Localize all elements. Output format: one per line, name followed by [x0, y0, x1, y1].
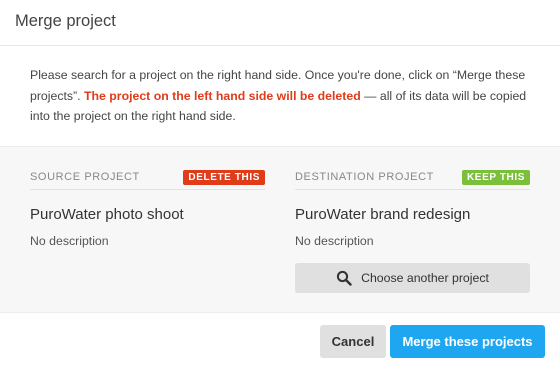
destination-project-header: DESTINATION PROJECT KEEP THIS	[295, 168, 530, 190]
source-project-header: SOURCE PROJECT DELETE THIS	[30, 168, 265, 190]
keep-this-badge: KEEP THIS	[461, 170, 530, 185]
dialog-header: Merge project	[0, 0, 560, 46]
merge-project-dialog: Merge project Please search for a projec…	[0, 0, 560, 369]
cancel-button[interactable]: Cancel	[320, 325, 386, 358]
source-project-name: PuroWater photo shoot	[30, 206, 184, 223]
destination-project-name: PuroWater brand redesign	[295, 206, 471, 223]
choose-another-project-label: Choose another project	[361, 271, 489, 285]
destination-project-description: No description	[295, 234, 374, 248]
delete-warning: The project on the left hand side will b…	[84, 88, 361, 103]
source-project-column: SOURCE PROJECT DELETE THIS PuroWater pho…	[30, 147, 265, 312]
intro-text: Please search for a project on the right…	[30, 65, 540, 127]
source-project-description: No description	[30, 234, 109, 248]
search-icon	[336, 270, 352, 286]
destination-project-label: DESTINATION PROJECT	[295, 171, 434, 183]
delete-this-badge: DELETE THIS	[183, 170, 265, 185]
dialog-title: Merge project	[15, 12, 116, 30]
destination-project-column: DESTINATION PROJECT KEEP THIS PuroWater …	[295, 147, 530, 312]
dialog-footer: Cancel Merge these projects	[0, 313, 560, 369]
projects-panel: SOURCE PROJECT DELETE THIS PuroWater pho…	[0, 146, 560, 313]
merge-projects-button[interactable]: Merge these projects	[390, 325, 545, 358]
source-project-label: SOURCE PROJECT	[30, 171, 140, 183]
choose-another-project-button[interactable]: Choose another project	[295, 263, 530, 293]
